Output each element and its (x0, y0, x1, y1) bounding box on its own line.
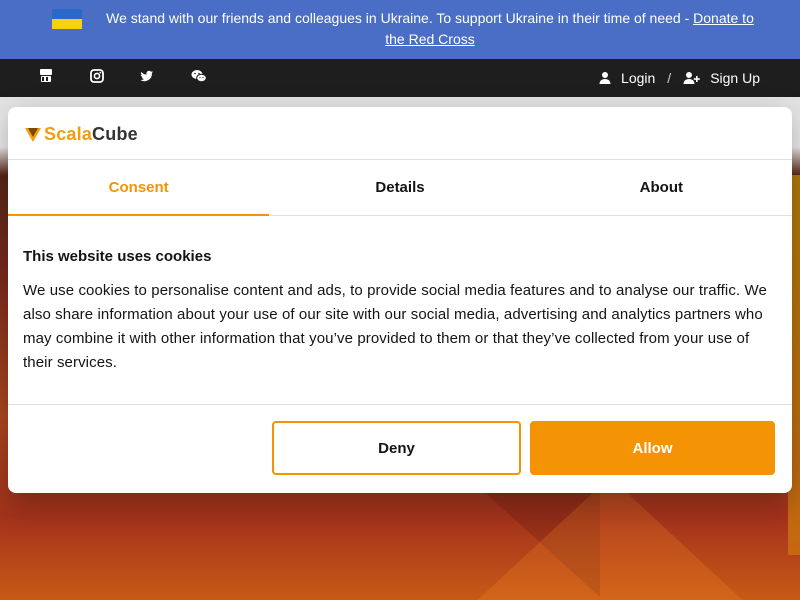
logo-text-scala: Scala (44, 123, 93, 144)
logo-text-cube: Cube (92, 123, 138, 144)
banner-text-block: We stand with our friends and colleagues… (95, 8, 765, 50)
dialog-tabs: Consent Details About (8, 160, 792, 216)
twitter-icon[interactable] (140, 69, 154, 83)
scalacube-logo: ScalaCube (24, 123, 138, 145)
dialog-header: ScalaCube (8, 107, 792, 160)
nav-separator: / (667, 70, 672, 86)
banner-text: We stand with our friends and colleagues… (106, 10, 694, 26)
top-navigation: Login / Sign Up (0, 59, 800, 97)
user-plus-icon (683, 72, 700, 84)
tab-details[interactable]: Details (269, 160, 530, 215)
ukraine-flag-icon (52, 9, 82, 29)
ukraine-banner: We stand with our friends and colleagues… (0, 0, 800, 59)
signup-link[interactable]: Sign Up (683, 70, 760, 86)
logo-icon (25, 128, 41, 142)
login-label: Login (621, 70, 656, 86)
user-icon (599, 72, 611, 84)
dialog-description: We use cookies to personalise content an… (23, 282, 767, 371)
instagram-icon[interactable] (90, 69, 104, 83)
wechat-icon[interactable] (191, 69, 207, 83)
youtube-icon[interactable] (39, 69, 53, 83)
allow-button[interactable]: Allow (530, 421, 775, 475)
account-links: Login / Sign Up (598, 59, 760, 97)
dialog-title: This website uses cookies (23, 248, 212, 265)
deny-button[interactable]: Deny (272, 421, 521, 475)
signup-label: Sign Up (710, 70, 760, 86)
tab-consent[interactable]: Consent (8, 160, 270, 216)
tab-about[interactable]: About (531, 160, 792, 215)
dialog-footer: Deny Allow (8, 404, 792, 493)
cookie-consent-dialog: ScalaCube Consent Details About This web… (8, 107, 792, 493)
login-link[interactable]: Login (598, 70, 655, 86)
dialog-body: This website uses cookies We use cookies… (23, 247, 773, 375)
